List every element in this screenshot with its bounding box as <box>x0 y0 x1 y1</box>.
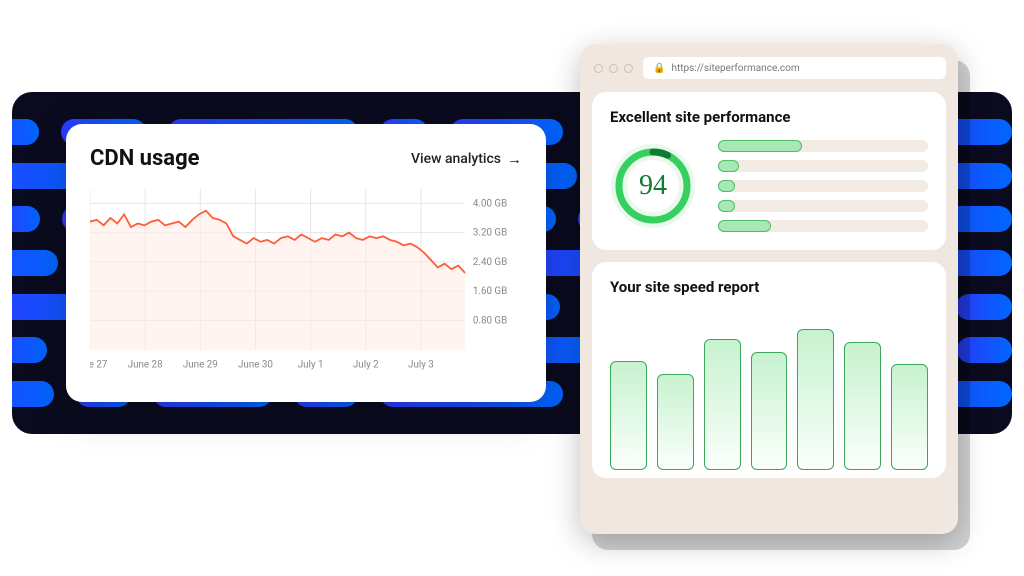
svg-text:July 1: July 1 <box>298 359 324 370</box>
svg-text:1.60 GB: 1.60 GB <box>473 286 507 297</box>
performance-meter <box>718 180 928 192</box>
window-controls[interactable] <box>594 64 633 73</box>
svg-text:2.40 GB: 2.40 GB <box>473 257 507 268</box>
speed-bar <box>610 361 647 470</box>
performance-title: Excellent site performance <box>610 108 928 126</box>
lock-icon: 🔒 <box>653 63 665 74</box>
speed-report-card: Your site speed report <box>592 262 946 478</box>
svg-text:0.80 GB: 0.80 GB <box>473 315 507 326</box>
svg-text:June 28: June 28 <box>128 359 163 370</box>
performance-meter <box>718 140 928 152</box>
traffic-light-close[interactable] <box>594 64 603 73</box>
performance-meter <box>718 200 928 212</box>
performance-meters <box>718 140 928 232</box>
speed-bar <box>751 352 788 470</box>
arrow-right-icon: → <box>507 150 522 168</box>
browser-toolbar: 🔒 https://siteperformance.com <box>592 54 946 82</box>
performance-card: Excellent site performance 94 <box>592 92 946 250</box>
cdn-title: CDN usage <box>90 146 200 171</box>
traffic-light-minimize[interactable] <box>609 64 618 73</box>
performance-score-value: 94 <box>610 143 696 229</box>
cdn-chart: 0.80 GB 1.60 GB 2.40 GB 3.20 GB 4.00 GB June … <box>90 181 522 381</box>
traffic-light-zoom[interactable] <box>624 64 633 73</box>
svg-text:4.00 GB: 4.00 GB <box>473 198 507 209</box>
browser-window: 🔒 https://siteperformance.com Excellent … <box>580 44 958 534</box>
view-analytics-label: View analytics <box>411 151 501 167</box>
speed-bar <box>657 374 694 470</box>
performance-meter <box>718 220 928 232</box>
performance-meter <box>718 160 928 172</box>
speed-bar <box>891 364 928 470</box>
svg-text:June 29: June 29 <box>183 359 218 370</box>
svg-text:June 30: June 30 <box>238 359 273 370</box>
speed-bar-chart <box>610 310 928 470</box>
svg-text:June 27: June 27 <box>90 359 108 370</box>
speed-bar <box>704 339 741 470</box>
view-analytics-link[interactable]: View analytics → <box>411 150 522 168</box>
speed-report-title: Your site speed report <box>610 278 928 296</box>
url-bar[interactable]: 🔒 https://siteperformance.com <box>643 57 946 79</box>
url-text: https://siteperformance.com <box>671 63 799 74</box>
svg-text:July 2: July 2 <box>353 359 379 370</box>
speed-bar <box>844 342 881 470</box>
speed-bar <box>797 329 834 470</box>
performance-score-ring: 94 <box>610 143 696 229</box>
svg-text:July 3: July 3 <box>408 359 434 370</box>
svg-text:3.20 GB: 3.20 GB <box>473 228 507 239</box>
cdn-usage-card: CDN usage View analytics → 0.80 GB 1.60 G… <box>66 124 546 402</box>
